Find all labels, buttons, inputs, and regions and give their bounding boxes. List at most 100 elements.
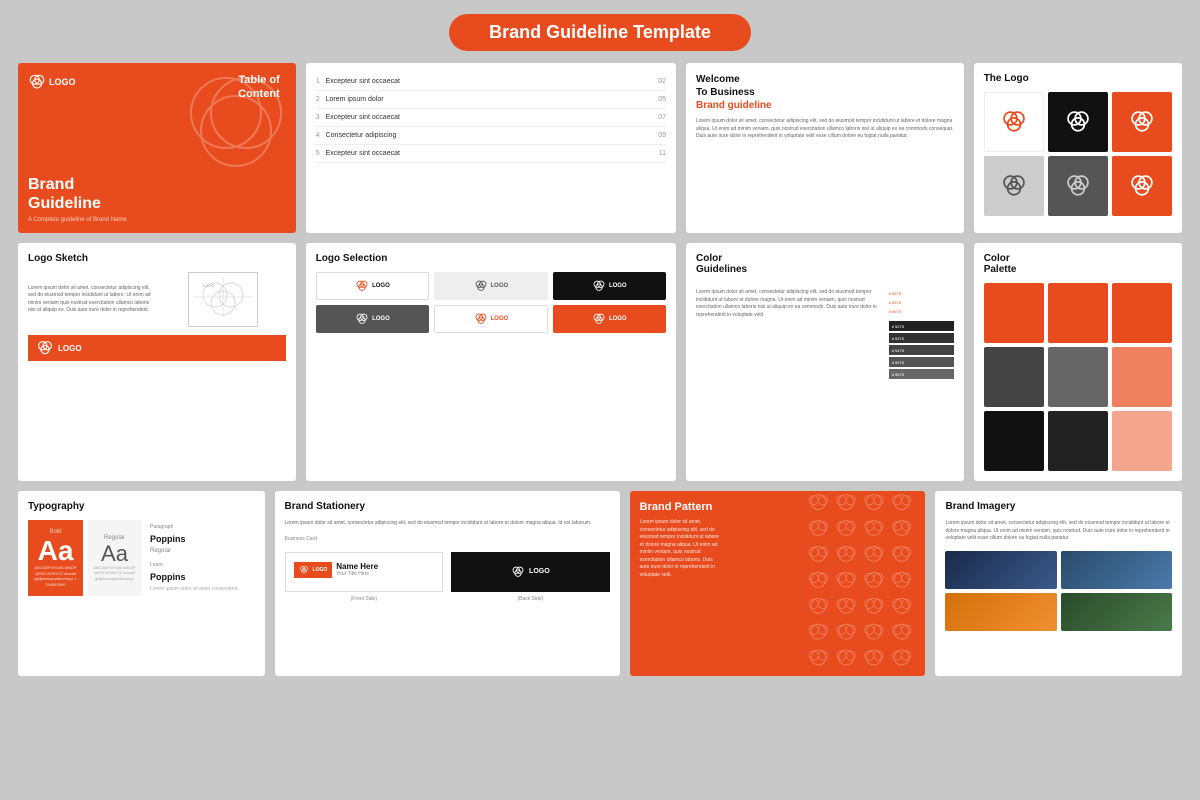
logo-variant-5	[1048, 156, 1108, 216]
panel-cover: LOGO Table of Content Brand Guideline A …	[18, 63, 296, 233]
typo-content: Bold Aa ABCDEFGHIJKLMNOPQRSTUVWXYZ abcde…	[28, 520, 255, 596]
toc-item: 1Excepteur sint occaecat 02	[316, 73, 666, 91]
brand-pattern-body: Lorem ipsum dolor sit amet, consectetur …	[640, 519, 720, 579]
palette-grid	[984, 283, 1172, 471]
logo-icon-red	[1000, 108, 1028, 136]
logo-sel-black: LOGO	[553, 272, 666, 300]
logo-sel-outline: LOGO	[434, 305, 547, 333]
swatch-red-2-label: # 5375	[889, 300, 954, 305]
panel-toc: 1Excepteur sint occaecat 02 2Lorem ipsum…	[306, 63, 676, 233]
logo-icon-light	[1064, 172, 1092, 200]
logo-sel-red: LOGO	[553, 305, 666, 333]
typo-letters: ABCDEFGHIJKLMNOPQRSTUVWXYZ abcdefghijklm…	[34, 565, 77, 587]
logo-sel-grid: LOGO LOGO LOGO	[316, 272, 666, 333]
imagery-img-business	[945, 551, 1056, 589]
typo-regular-label: Regular	[104, 535, 125, 541]
typo-poppins-col: Paragraph Poppins Regular Learn Poppins …	[146, 520, 255, 596]
stationery-body: Lorem ipsum dolor sit amet, consectetur …	[285, 520, 610, 528]
welcome-title-black: WelcomeTo Business	[696, 73, 954, 99]
typo-red-box: Bold Aa ABCDEFGHIJKLMNOPQRSTUVWXYZ abcde…	[28, 520, 83, 596]
swatch-dark-1: # 5275	[889, 321, 954, 331]
color-guidelines-title: Color Guidelines	[696, 253, 954, 275]
logo-variant-6	[1112, 156, 1172, 216]
logo-sel-darkgray: LOGO	[316, 305, 429, 333]
typo-font-style-2: Lorem ipsum dolor sit amet consectetur.	[150, 586, 251, 592]
logo-red-box: LOGO	[28, 335, 286, 361]
card-front-logo-box: LOGO	[294, 562, 333, 578]
card-front-wrapper: LOGO Name Here Your Title Here (Front Si…	[285, 552, 444, 602]
logo-sel-icon-4	[355, 312, 369, 326]
palette-4	[984, 347, 1044, 407]
sketch-grid: LOGO	[188, 272, 258, 327]
card-back-label: (Back Side)	[451, 596, 610, 602]
logo-variant-1	[984, 92, 1044, 152]
logo-sel-white: LOGO	[316, 272, 429, 300]
logo-sel-icon-6	[592, 312, 606, 326]
panel-typography: Typography Bold Aa ABCDEFGHIJKLMNOPQRSTU…	[18, 491, 265, 676]
logo-icon-white-3	[1128, 172, 1156, 200]
logo-icon-dark	[1000, 172, 1028, 200]
red-swatches: # 5275 # 5375 # 6575	[889, 289, 954, 314]
card-name-area: Name Here Your Title Here	[336, 562, 378, 577]
toc-item: 4Consectetur adipiscing 09	[316, 127, 666, 145]
card-back-wrapper: LOGO (Back Side)	[451, 552, 610, 602]
logo-sel-icon-5	[474, 312, 488, 326]
card-front-logo: LOGO Name Here Your Title Here	[294, 562, 435, 578]
cover-circles-decoration	[176, 63, 296, 183]
row-2: Logo Sketch Lorem ipsum dolor sit amet, …	[0, 243, 1200, 491]
swatch-dark-4: # 5575	[889, 357, 954, 367]
swatch-red-3-label: # 6575	[889, 309, 954, 314]
toc-item: 2Lorem ipsum dolor 05	[316, 91, 666, 109]
dark-swatches: # 5275 # 5375 # 5475 # 5575 # 5675	[889, 321, 954, 379]
stationery-title: Brand Stationery	[285, 501, 610, 512]
palette-1	[984, 283, 1044, 343]
logo-sel-icon	[355, 279, 369, 293]
panel-logo-selection: Logo Selection LOGO LOGO	[306, 243, 676, 481]
typo-style-label-2: Learn	[150, 562, 251, 568]
card-name: Name Here	[336, 562, 378, 571]
color-palette-title: Color Palette	[984, 253, 1172, 275]
page-title: Brand Guideline Template	[449, 14, 751, 51]
color-guide-content: Lorem ipsum dolor sit amet, consectetur …	[696, 289, 954, 471]
cover-logo: LOGO	[28, 73, 76, 91]
typo-font-name-2: Poppins	[150, 572, 251, 582]
logo-sketch-title: Logo Sketch	[28, 253, 286, 264]
logo-variant-3	[1112, 92, 1172, 152]
imagery-img-orange	[945, 593, 1056, 631]
pattern-overlay	[805, 491, 925, 676]
panel-brand-pattern: Brand Pattern Lorem ipsum dolor sit amet…	[630, 491, 926, 676]
row-3: Typography Bold Aa ABCDEFGHIJKLMNOPQRSTU…	[0, 491, 1200, 686]
logo-grid	[984, 92, 1172, 216]
stationery-cards: LOGO Name Here Your Title Here (Front Si…	[285, 552, 610, 602]
sketch-body: Lorem ipsum dolor sit amet, consectetur …	[28, 285, 154, 315]
the-logo-title: The Logo	[984, 73, 1172, 84]
palette-3	[1112, 283, 1172, 343]
typo-font-name: Poppins	[150, 534, 251, 544]
typography-title: Typography	[28, 501, 255, 512]
typo-aa-large: Aa	[38, 537, 74, 565]
panel-brand-stationery: Brand Stationery Lorem ipsum dolor sit a…	[275, 491, 620, 676]
palette-8	[1048, 411, 1108, 471]
welcome-title-red: Brand guideline	[696, 99, 954, 112]
palette-6	[1112, 347, 1172, 407]
logo-sel-gray: LOGO	[434, 272, 547, 300]
typo-white-box: Regular Aa ABCDEFGHIJKLMNOPQRSTUVWXYZ ab…	[87, 520, 142, 596]
imagery-img-plant	[1061, 593, 1172, 631]
sketch-area: Lorem ipsum dolor sit amet, consectetur …	[28, 272, 286, 327]
typo-aa-medium: Aa	[101, 543, 128, 565]
card-back: LOGO	[451, 552, 610, 592]
swatch-red-1-label: # 5275	[889, 291, 954, 296]
logo-variant-2	[1048, 92, 1108, 152]
panel-logo-sketch: Logo Sketch Lorem ipsum dolor sit amet, …	[18, 243, 296, 481]
pattern-grid	[805, 491, 925, 676]
row-1: LOGO Table of Content Brand Guideline A …	[0, 63, 1200, 243]
imagery-grid	[945, 551, 1172, 631]
swatch-dark-2: # 5375	[889, 333, 954, 343]
logo-icon-white	[1064, 108, 1092, 136]
palette-7	[984, 411, 1044, 471]
sketch-logo-display: LOGO	[160, 272, 286, 327]
logo-selection-title: Logo Selection	[316, 253, 666, 264]
panel-welcome: WelcomeTo Business Brand guideline Lorem…	[686, 63, 964, 233]
swatch-dark-3: # 5475	[889, 345, 954, 355]
imagery-img-building	[1061, 551, 1172, 589]
